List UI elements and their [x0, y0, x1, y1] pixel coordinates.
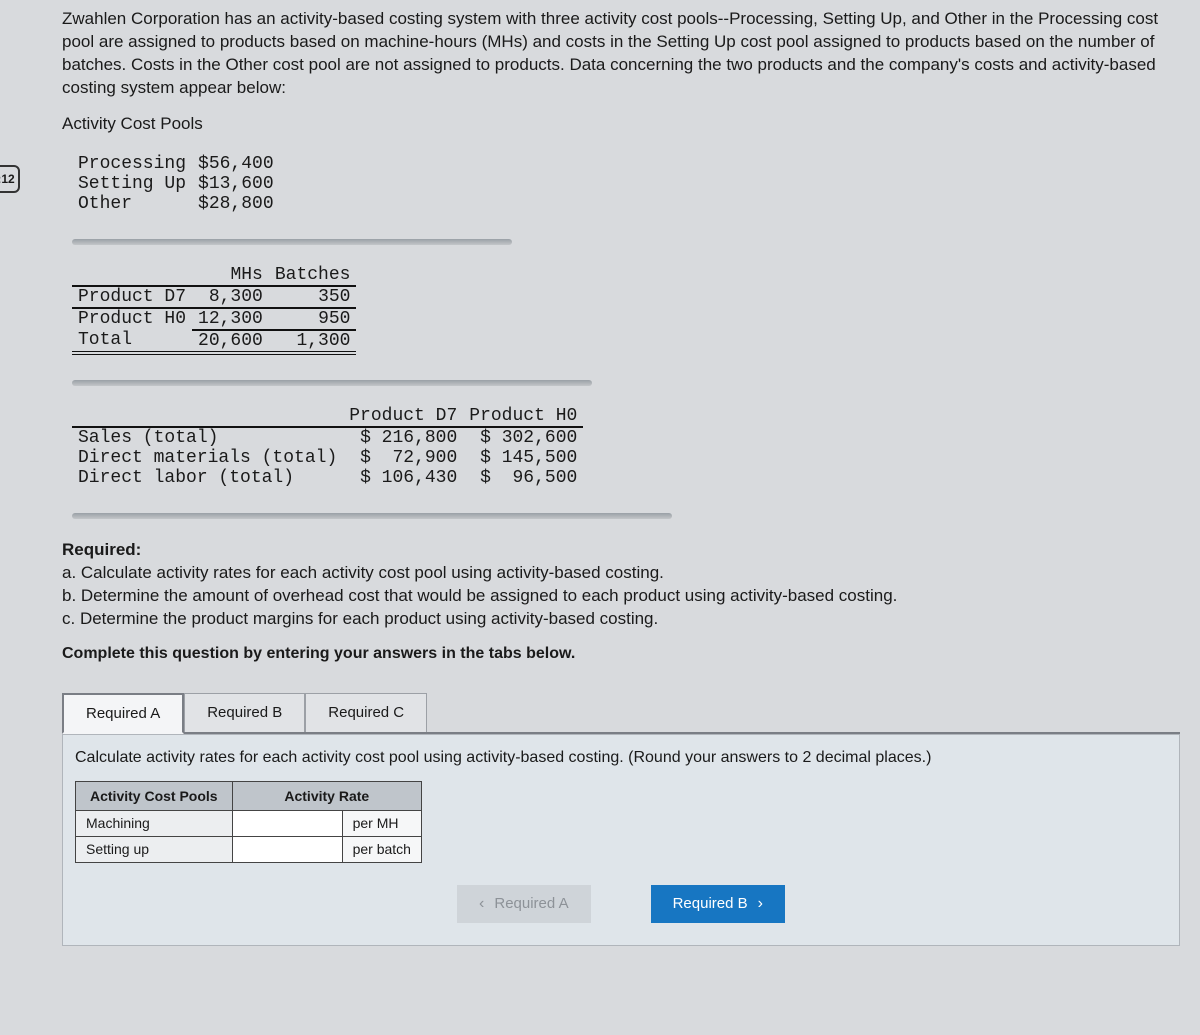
- panel-hint: Calculate activity rates for each activi…: [75, 749, 1167, 767]
- pool-amount: $28,800: [192, 194, 280, 214]
- tab-panel-a: Calculate activity rates for each activi…: [62, 734, 1180, 946]
- row-label: Setting up: [76, 836, 233, 862]
- chevron-right-icon: ›: [758, 895, 763, 913]
- cost-pool-table: Processing$56,400 Setting Up$13,600 Othe…: [72, 154, 280, 214]
- row-label: Product H0: [72, 308, 192, 330]
- tab-required-c[interactable]: Required C: [305, 693, 427, 732]
- required-a: a. Calculate activity rates for each act…: [62, 563, 664, 582]
- next-label: Required B: [673, 895, 748, 912]
- row-label: Sales (total): [72, 427, 343, 448]
- cell: $ 106,430: [343, 468, 463, 488]
- instructions: Complete this question by entering your …: [62, 645, 1180, 663]
- col-d7: Product D7: [343, 406, 463, 427]
- pool-amount: $13,600: [192, 174, 280, 194]
- intro-text: Zwahlen Corporation has an activity-base…: [62, 8, 1180, 100]
- pool-amount: $56,400: [192, 154, 280, 174]
- th-pools: Activity Cost Pools: [76, 781, 233, 810]
- driver-table: MHs Batches Product D7 8,300 350 Product…: [72, 265, 356, 355]
- col-batches: Batches: [269, 265, 357, 286]
- page-content: Zwahlen Corporation has an activity-base…: [22, 0, 1200, 966]
- chevron-left-icon: ‹: [479, 895, 484, 913]
- pool-name: Other: [72, 194, 192, 214]
- row-label: Total: [72, 330, 192, 353]
- product-table: Product D7 Product H0 Sales (total) $ 21…: [72, 406, 583, 488]
- prev-label: Required A: [494, 895, 568, 912]
- col-h0: Product H0: [463, 406, 583, 427]
- row-label: Product D7: [72, 286, 192, 308]
- cell: 12,300: [192, 308, 269, 330]
- table-row: Machining per MH: [76, 810, 422, 836]
- required-heading: Required:: [62, 540, 141, 559]
- required-c: c. Determine the product margins for eac…: [62, 609, 658, 628]
- table-row: Setting up per batch: [76, 836, 422, 862]
- cell: $ 72,900: [343, 448, 463, 468]
- divider: [72, 513, 672, 519]
- cell: $ 216,800: [343, 427, 463, 448]
- prev-tab-button[interactable]: ‹ Required A: [457, 885, 591, 923]
- rate-input-machining[interactable]: [232, 810, 342, 836]
- pool-name: Processing: [72, 154, 192, 174]
- activity-cost-pools-header: Activity Cost Pools: [62, 114, 1180, 134]
- cell: $ 145,500: [463, 448, 583, 468]
- cell: 1,300: [269, 330, 357, 353]
- unit-label: per batch: [342, 836, 421, 862]
- cell: 950: [269, 308, 357, 330]
- divider: [72, 239, 512, 245]
- cell: 20,600: [192, 330, 269, 353]
- tab-required-b[interactable]: Required B: [184, 693, 305, 732]
- tab-required-a[interactable]: Required A: [62, 693, 184, 734]
- row-label: Machining: [76, 810, 233, 836]
- cell: $ 302,600: [463, 427, 583, 448]
- tab-nav: ‹ Required A Required B ›: [75, 885, 1167, 923]
- row-label: Direct labor (total): [72, 468, 343, 488]
- th-rate: Activity Rate: [232, 781, 421, 810]
- divider: [72, 380, 592, 386]
- cell: $ 96,500: [463, 468, 583, 488]
- timer-badge: :12: [0, 165, 20, 193]
- cell: 8,300: [192, 286, 269, 308]
- row-label: Direct materials (total): [72, 448, 343, 468]
- activity-rate-table: Activity Cost Pools Activity Rate Machin…: [75, 781, 422, 863]
- next-tab-button[interactable]: Required B ›: [651, 885, 785, 923]
- col-mhs: MHs: [192, 265, 269, 286]
- cell: 350: [269, 286, 357, 308]
- required-b: b. Determine the amount of overhead cost…: [62, 586, 897, 605]
- tabs: Required A Required B Required C: [62, 693, 1180, 734]
- required-block: Required: a. Calculate activity rates fo…: [62, 539, 1180, 631]
- rate-input-settingup[interactable]: [232, 836, 342, 862]
- pool-name: Setting Up: [72, 174, 192, 194]
- unit-label: per MH: [342, 810, 421, 836]
